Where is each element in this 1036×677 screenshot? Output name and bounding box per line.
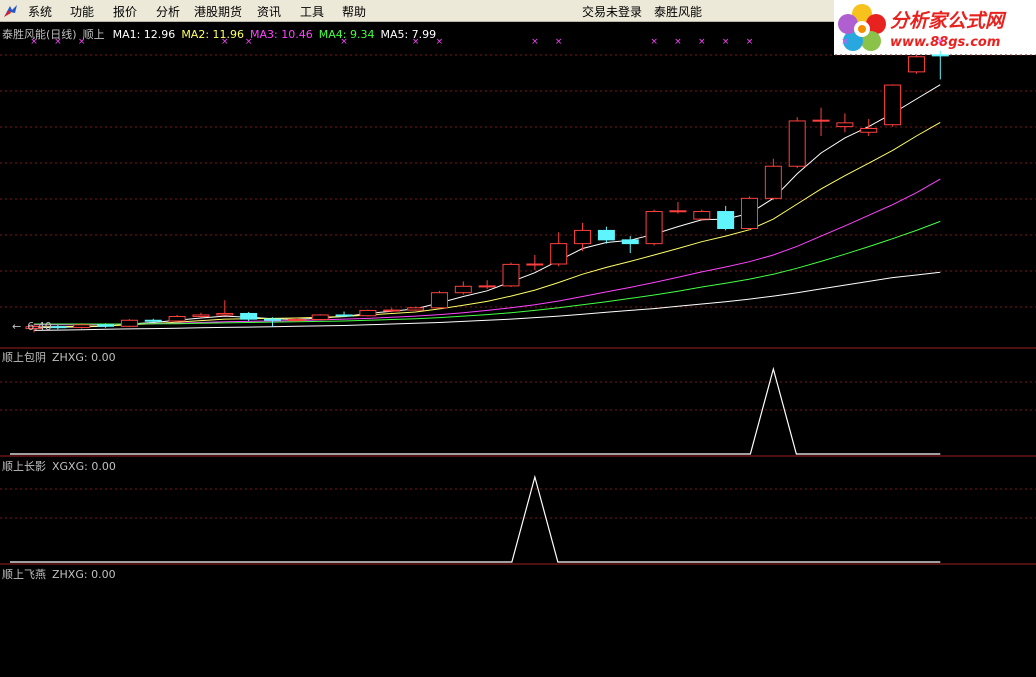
- sub-panel-1-value: ZHXG: 0.00: [52, 351, 116, 364]
- candle-body: [240, 312, 258, 320]
- candle-body: [216, 312, 234, 316]
- candle-body: [168, 315, 186, 322]
- candle-body: [693, 211, 711, 220]
- menu-help[interactable]: 帮助: [342, 3, 366, 20]
- candle-body: [454, 285, 472, 294]
- sub-panel-2-legend: 顺上长影 XGXG: 0.00: [2, 458, 122, 474]
- candle-body: [550, 243, 568, 265]
- candle-body: [621, 239, 639, 245]
- sub-panel-2-name: 顺上长影: [2, 460, 46, 473]
- candle-body: [812, 119, 830, 122]
- candle-body: [717, 211, 735, 230]
- menu-function[interactable]: 功能: [70, 3, 94, 20]
- candle-body: [144, 319, 162, 322]
- ma-line-ma3: [34, 178, 941, 326]
- candle-body: [788, 120, 806, 167]
- candle-body: [478, 285, 496, 288]
- xgxg-signal-line: [10, 474, 941, 563]
- sub-panel-1-name: 顺上包阴: [2, 351, 46, 364]
- candle-body: [192, 314, 210, 317]
- candle-body: [884, 84, 902, 126]
- sub-panel-3-value: ZHXG: 0.00: [52, 568, 116, 581]
- signal-mark: ×: [674, 37, 682, 47]
- candle-body: [311, 314, 329, 321]
- candle-body: [287, 319, 305, 322]
- sub-panel-2-value: XGXG: 0.00: [52, 460, 116, 473]
- candle-body: [836, 122, 854, 128]
- main-panel-legend: 泰胜风能(日线) 顺上 MA1: 12.96 MA2: 11.96 MA3: 10.46…: [2, 26, 442, 42]
- candle-body: [645, 211, 663, 245]
- ma5-label: MA5: 7.99: [380, 28, 437, 41]
- candle-body: [264, 318, 281, 321]
- login-status: 交易未登录: [582, 5, 643, 19]
- signal-mark: ×: [698, 37, 706, 47]
- signal-mark: ×: [937, 37, 945, 47]
- candle-body: [430, 292, 448, 309]
- sub-panel-3-legend: 顺上飞燕 ZHXG: 0.00: [2, 566, 122, 582]
- ma-line-ma4: [34, 220, 941, 325]
- candle-body: [907, 56, 925, 73]
- candle-body: [97, 324, 115, 327]
- candle-body: [359, 309, 377, 317]
- candle-body: [383, 309, 401, 312]
- kline-chart[interactable]: × × × × × × × × × × × × × × × × ×: [0, 22, 1036, 673]
- ma1-label: MA1: 12.96: [112, 28, 176, 41]
- ma3-label: MA3: 10.46: [250, 28, 313, 41]
- signal-mark: ×: [650, 37, 658, 47]
- low-price-value: 6.40: [27, 320, 52, 333]
- candle-body: [120, 319, 138, 327]
- menu-quote[interactable]: 报价: [113, 3, 137, 20]
- signal-mark: ×: [841, 37, 849, 47]
- menu-info[interactable]: 资讯: [257, 3, 281, 20]
- chart-area[interactable]: × × × × × × × × × × × × × × × × × 泰胜风能(日线) 顺上 MA1: 12.96 MA…: [0, 22, 1036, 673]
- main-panel-indicator: 顺上: [82, 28, 105, 41]
- candle-body: [669, 210, 687, 213]
- signal-mark: ×: [746, 37, 754, 47]
- candle-body: [741, 197, 758, 230]
- candle-body: [931, 54, 949, 57]
- app-logo-icon[interactable]: [3, 4, 18, 18]
- menu-tools[interactable]: 工具: [300, 3, 324, 20]
- ma2-label: MA2: 11.96: [181, 28, 245, 41]
- signal-mark: ×: [722, 37, 730, 47]
- signal-mark: ×: [531, 37, 539, 47]
- candle-body: [574, 229, 592, 245]
- candle-body: [526, 263, 544, 266]
- candle-body: [860, 127, 878, 133]
- menu-hk-futures[interactable]: 港股期货: [194, 3, 242, 20]
- main-panel-name: 泰胜风能(日线): [2, 28, 77, 41]
- candle-body: [73, 324, 91, 328]
- candle-body: [597, 229, 615, 241]
- candle-body: [764, 165, 782, 199]
- low-price-label: ← 6.40: [12, 320, 52, 333]
- menu-system[interactable]: 系统: [28, 3, 52, 20]
- candle-body: [407, 307, 425, 311]
- candle-body: [502, 263, 520, 287]
- signal-mark: ×: [555, 37, 563, 47]
- menu-analysis[interactable]: 分析: [156, 3, 180, 20]
- sub-panel-1-legend: 顺上包阴 ZHXG: 0.00: [2, 349, 122, 365]
- stock-name-label: 泰胜风能: [654, 5, 703, 19]
- ma4-label: MA4: 9.34: [318, 28, 375, 41]
- sub-panel-3-name: 顺上飞燕: [2, 568, 46, 581]
- candle-body: [335, 314, 353, 317]
